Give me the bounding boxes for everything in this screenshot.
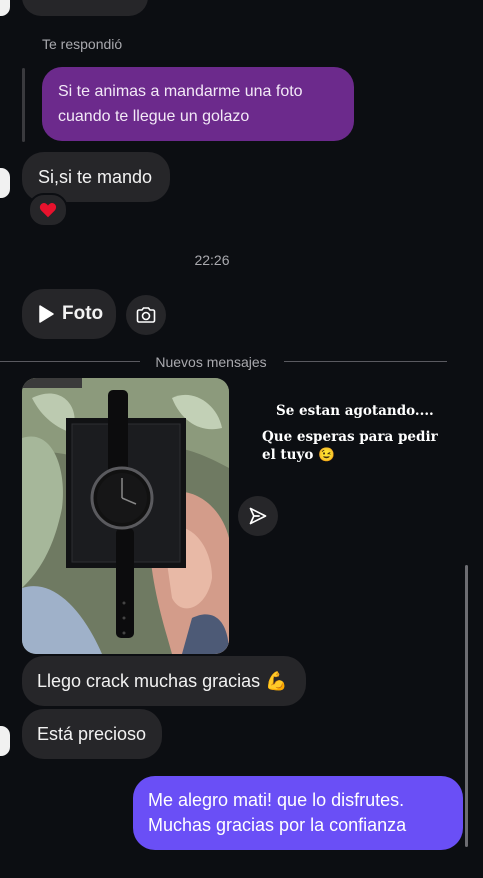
- shared-photo[interactable]: [22, 378, 229, 654]
- message-bubble[interactable]: Está precioso: [22, 709, 163, 759]
- new-messages-divider-label: Nuevos mensajes: [155, 354, 267, 370]
- story-caption-line: el tuyo 😉: [262, 447, 335, 463]
- reaction-badge[interactable]: [28, 193, 68, 227]
- send-icon: [249, 507, 267, 525]
- message-bubble-partial[interactable]: [22, 0, 148, 16]
- quoted-message-bubble[interactable]: Si te animas a mandarme una foto cuando …: [42, 67, 354, 141]
- message-text: Si,si te mando: [38, 167, 153, 187]
- heart-icon: [39, 203, 57, 218]
- divider-right: [284, 361, 447, 362]
- sent-message-bubble[interactable]: Me alegro mati! que lo disfrutes. Muchas…: [133, 776, 463, 850]
- timestamp: 22:26: [194, 252, 230, 268]
- photo-label: Foto: [62, 303, 104, 324]
- divider-left: [0, 361, 140, 362]
- play-icon: [39, 305, 54, 323]
- story-caption-line: Que esperas para pedir: [262, 429, 438, 445]
- avatar[interactable]: [0, 0, 10, 16]
- photo-message-button[interactable]: Foto: [22, 289, 116, 339]
- share-button[interactable]: [238, 496, 278, 536]
- camera-button[interactable]: [126, 295, 166, 335]
- story-caption-line: Se estan agotando....: [276, 403, 434, 419]
- avatar[interactable]: [0, 726, 10, 756]
- sent-message-line: Muchas gracias por la confianza: [148, 815, 407, 835]
- message-text: Está precioso: [37, 724, 147, 744]
- camera-icon: [136, 307, 156, 323]
- message-bubble[interactable]: Llego crack muchas gracias 💪: [22, 656, 306, 706]
- story-caption: Se estan agotando.... Que esperas para p…: [262, 402, 462, 464]
- watch-photo: [22, 378, 229, 654]
- sent-message-line: Me alegro mati! que lo disfrutes.: [148, 790, 405, 810]
- reply-quote-bar: [22, 68, 25, 142]
- scrollbar[interactable]: [465, 565, 468, 847]
- message-text: Llego crack muchas gracias 💪: [37, 671, 288, 691]
- reply-label: Te respondió: [42, 36, 123, 52]
- avatar[interactable]: [0, 168, 10, 198]
- quoted-message-text: Si te animas a mandarme una foto cuando …: [58, 83, 303, 125]
